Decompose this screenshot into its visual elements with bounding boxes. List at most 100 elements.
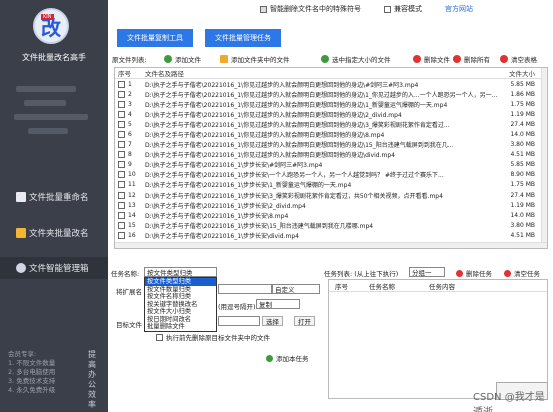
table-row[interactable]: 14 D:\执子之手与子偕老\20221016_1\步步长安\8.mp4 14.0 … <box>115 210 547 220</box>
row-checkbox[interactable] <box>118 151 125 159</box>
row-checkbox[interactable] <box>118 201 125 209</box>
dropdown-option[interactable]: 按文件数量归类 <box>145 286 216 294</box>
choose-button[interactable]: 选择 <box>262 316 283 326</box>
side-slogan: 提高办公效率 <box>88 350 96 409</box>
row-checkbox[interactable] <box>118 131 125 139</box>
delete-file-button[interactable]: 删除文件 <box>413 54 450 64</box>
checkbox-icon <box>384 5 391 13</box>
clear-icon <box>504 269 511 277</box>
table-row[interactable]: 12 D:\执子之手与子偕老\20221016_1\步步长安\3_爆笑彩视剧花絮作… <box>115 190 547 200</box>
dropdown-option[interactable]: 按日期时间改名 <box>145 316 216 324</box>
select-size-button[interactable]: 选中指定大小的文件 <box>321 54 391 64</box>
table-row[interactable]: 3 D:\执子之手与子偕老\20221016_1\你见过越步的入就会颜明白更想回到… <box>115 99 547 109</box>
dropdown-option[interactable]: 按文件大小归类 <box>145 308 216 316</box>
table-row[interactable]: 1 D:\执子之手与子偕老\20221016_1\你见过越步的入就会颜明白更想回到… <box>115 79 547 89</box>
nav-folder-rename[interactable]: 文件夹批量改名 <box>0 222 108 244</box>
row-checkbox[interactable] <box>118 191 125 199</box>
file-icon <box>16 192 26 202</box>
row-size: 1.19 MB <box>510 201 535 209</box>
row-checkbox[interactable] <box>118 110 125 118</box>
separator-hint: (用逗号隔开) <box>218 303 256 311</box>
table-row[interactable]: 6 D:\执子之手与子偕老\20221016_1\你见过越步的入就会颜明白更想回到… <box>115 129 547 139</box>
row-size: 3.80 MB <box>510 221 535 229</box>
task-col-content: 任务内容 <box>429 282 455 291</box>
pre-delete-label: 执行前先删除原目标文件夹中的文件 <box>166 334 270 342</box>
row-checkbox[interactable] <box>118 181 125 189</box>
row-size: 5.85 MB <box>510 161 535 169</box>
vertical-scrollbar[interactable] <box>541 68 547 248</box>
nav-batch-rename[interactable]: 文件批量重命名 <box>0 186 108 208</box>
row-checkbox[interactable] <box>118 171 125 179</box>
ext-input[interactable] <box>218 284 272 294</box>
target-input[interactable] <box>218 316 260 326</box>
table-row[interactable]: 11 D:\执子之手与子偕老\20221016_1\步步长安\1_新婴童运气爆棚的… <box>115 180 547 190</box>
delete-icon <box>413 55 421 63</box>
task-type-select[interactable]: 按文件类型归类 <box>144 267 217 277</box>
main-panel: 智能删除文件名中的特殊符号 兼容模式 官方网站 文件批量复制工具 文件批量管理任… <box>108 0 553 412</box>
mode-select[interactable]: 复制 <box>256 299 300 309</box>
add-file-button[interactable]: 添加文件 <box>164 54 201 64</box>
bulb-icon <box>260 5 267 13</box>
clear-list-button[interactable]: 清空表格 <box>500 54 537 64</box>
row-index: 9 <box>128 161 132 169</box>
row-size: 27.4 MB <box>510 191 535 199</box>
smart-remove-toggle[interactable]: 智能删除文件名中的特殊符号 <box>260 4 361 14</box>
delete-file-label: 删除文件 <box>424 56 450 64</box>
row-size: 14.0 MB <box>510 211 535 219</box>
tab-batch-copy[interactable]: 文件批量复制工具 <box>117 29 193 47</box>
row-checkbox[interactable] <box>118 161 125 169</box>
custom-select[interactable]: 自定义 <box>272 284 320 294</box>
row-checkbox[interactable] <box>118 221 125 229</box>
open-button[interactable]: 打开 <box>294 316 315 326</box>
row-index: 11 <box>128 181 136 189</box>
row-no: 2 <box>115 90 145 98</box>
table-row[interactable]: 16 D:\执子之手与子偕老\20221016_1\步步长安\divid.mp4 4… <box>115 230 547 240</box>
row-checkbox[interactable] <box>118 120 125 128</box>
horizontal-scrollbar[interactable] <box>115 242 547 248</box>
table-row[interactable]: 2 D:\执子之手与子偕老\20221016_1\你见过越步的入就会颜明白更想回到… <box>115 89 547 99</box>
dropdown-option[interactable]: 按文件名称归类 <box>145 293 216 301</box>
row-checkbox[interactable] <box>118 100 125 108</box>
dropdown-option[interactable]: 批量删除文件 <box>145 323 216 331</box>
add-folder-button[interactable]: 添加文件夹中的文件 <box>220 54 290 64</box>
app-logo: KIN 改 <box>33 8 69 44</box>
table-row[interactable]: 8 D:\执子之手与子偕老\20221016_1\你见过越步的入就会颜明白更想回到… <box>115 150 547 160</box>
row-path: D:\执子之手与子偕老\20221016_1\你见过越步的入就会颜明白更想回到他… <box>145 142 454 150</box>
tab-batch-tasks[interactable]: 文件批量管理任务 <box>205 29 281 47</box>
table-row[interactable]: 4 D:\执子之手与子偕老\20221016_1\你见过越步的入就会颜明白更想回到… <box>115 109 547 119</box>
row-index: 13 <box>128 201 136 209</box>
nav-smart-manager[interactable]: 文件智能管理箱 <box>0 257 108 279</box>
row-checkbox[interactable] <box>118 211 125 219</box>
table-row[interactable]: 10 D:\执子之手与子偕老\20221016_1\步步长安\一个人跑恐另一个人，… <box>115 170 547 180</box>
group-select[interactable]: 分组一 <box>409 267 445 277</box>
dropdown-option[interactable]: 按文件类型归类 <box>145 278 216 286</box>
delete-all-button[interactable]: 删除所有 <box>453 54 490 64</box>
table-row[interactable]: 15 D:\执子之手与子偕老\20221016_1\步步长安\15_阳台违建气载屏… <box>115 220 547 230</box>
row-no: 9 <box>115 161 145 169</box>
table-row[interactable]: 7 D:\执子之手与子偕老\20221016_1\你见过越步的入就会颜明白更想回到… <box>115 140 547 150</box>
pre-delete-checkbox[interactable]: 执行前先删除原目标文件夹中的文件 <box>156 332 270 342</box>
dropdown-option[interactable]: 按关键字替换改名 <box>145 301 216 309</box>
row-checkbox[interactable] <box>118 90 125 98</box>
official-site-link[interactable]: 官方网站 <box>445 4 473 14</box>
add-task-button[interactable]: 添加本任务 <box>266 353 309 363</box>
row-path: D:\执子之手与子偕老\20221016_1\步步长安\#剑阿三#阿3.mp4 <box>145 162 323 170</box>
table-row[interactable]: 13 D:\执子之手与子偕老\20221016_1\步步长安\2_divid.mp… <box>115 200 547 210</box>
watermark: CSDN @我才是遁逝 <box>473 392 545 412</box>
table-row[interactable]: 9 D:\执子之手与子偕老\20221016_1\步步长安\#剑阿三#阿3.mp4… <box>115 160 547 170</box>
row-checkbox[interactable] <box>118 80 125 88</box>
blurred-user-info <box>14 82 94 152</box>
row-size: 4.51 MB <box>510 231 535 239</box>
row-no: 15 <box>115 221 145 229</box>
table-row[interactable]: 5 D:\执子之手与子偕老\20221016_1\你见过越步的入就会颜明白更想回到… <box>115 119 547 129</box>
table-body: 1 D:\执子之手与子偕老\20221016_1\你见过越步的入就会颜明白更想回到… <box>115 79 547 241</box>
row-checkbox[interactable] <box>118 141 125 149</box>
task-type-value: 按文件类型归类 <box>147 269 193 277</box>
clear-task-button[interactable]: 清空任务 <box>504 268 540 278</box>
row-checkbox[interactable] <box>118 231 125 239</box>
row-path: D:\执子之手与子偕老\20221016_1\步步长安\divid.mp4 <box>145 232 299 240</box>
compat-mode-checkbox[interactable]: 兼容模式 <box>384 4 422 14</box>
group-value: 分组一 <box>412 269 432 277</box>
tip-line: 3. 免费技术支持 <box>8 377 56 385</box>
delete-task-button[interactable]: 删除任务 <box>456 268 492 278</box>
